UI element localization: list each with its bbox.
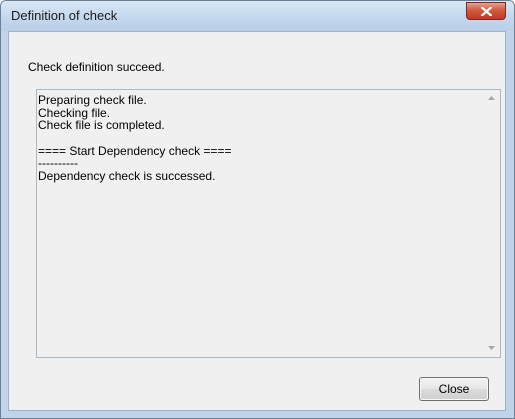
title-bar[interactable]: Definition of check <box>1 1 514 31</box>
scroll-down-button[interactable] <box>483 340 500 357</box>
chevron-up-icon <box>488 96 495 100</box>
vertical-scrollbar[interactable] <box>483 90 500 357</box>
close-button[interactable]: Close <box>419 377 489 401</box>
log-line: ==== Start Dependency check ==== <box>38 143 232 158</box>
log-line: Preparing check file. <box>38 93 147 107</box>
log-line: Dependency check is successed. <box>38 169 216 184</box>
log-textbox[interactable]: Preparing check file. Checking file. Che… <box>36 89 501 358</box>
close-icon <box>481 7 492 16</box>
log-line: Check file is completed. <box>38 118 165 133</box>
log-lines: Preparing check file. Checking file. Che… <box>38 94 478 183</box>
window-title: Definition of check <box>11 8 118 23</box>
scroll-up-button[interactable] <box>483 90 500 107</box>
window-close-button[interactable] <box>466 2 506 20</box>
status-message: Check definition succeed. <box>28 60 165 74</box>
chevron-down-icon <box>488 346 495 350</box>
dialog-window: Definition of check Check definition suc… <box>0 0 515 419</box>
